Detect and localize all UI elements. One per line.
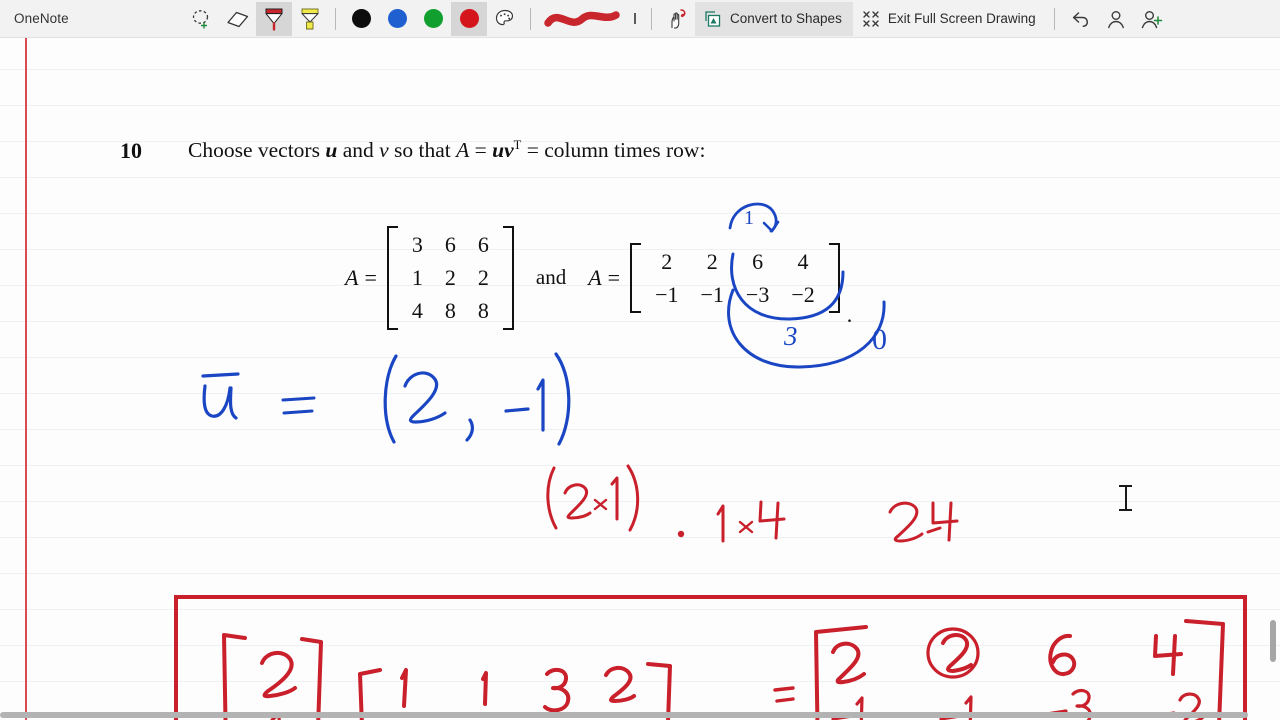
palette-icon bbox=[495, 9, 514, 25]
horizontal-scrollbar-thumb[interactable] bbox=[0, 712, 1248, 718]
convert-to-shapes-icon bbox=[705, 10, 721, 27]
share-button[interactable] bbox=[1134, 2, 1170, 36]
matrix1-cell: 3 bbox=[411, 232, 423, 257]
eraser-tool[interactable] bbox=[220, 2, 256, 36]
statement-mid1: and bbox=[337, 138, 380, 163]
color-red-button[interactable] bbox=[451, 1, 487, 36]
matrix-equation-row: A = 3 6 6 1 2 2 4 8 8 and A = 2 2 6 4 −1… bbox=[345, 226, 852, 330]
color-black-swatch bbox=[351, 9, 371, 28]
horizontal-scrollbar[interactable] bbox=[0, 710, 1280, 720]
page-margin-line bbox=[25, 38, 27, 720]
color-blue-button[interactable] bbox=[379, 2, 415, 36]
matrix1-cell: 6 bbox=[444, 232, 456, 257]
notebook-page-canvas[interactable]: 10 Choose vectors u and v so that A = uv… bbox=[0, 38, 1280, 720]
color-green-swatch bbox=[423, 9, 443, 28]
matrix1-cell: 1 bbox=[411, 265, 423, 291]
and-conjunction: and bbox=[535, 265, 567, 290]
drawing-toolbar: OneNote Convert to Shapes Exit Full Scre… bbox=[0, 0, 1280, 38]
statement-vector-u: u bbox=[325, 138, 338, 163]
undo-button[interactable] bbox=[1062, 2, 1098, 36]
matrix-3x3: 3 6 6 1 2 2 4 8 8 bbox=[386, 226, 514, 330]
exit-full-screen-drawing-label: Exit Full Screen Drawing bbox=[887, 11, 1036, 26]
convert-to-shapes-button[interactable]: Convert to Shapes bbox=[695, 1, 853, 36]
matrix1-cell: 4 bbox=[411, 298, 423, 324]
toolbar-separator-2 bbox=[530, 7, 531, 30]
matrix2-cell: 4 bbox=[797, 248, 809, 274]
matrix2-cell: −1 bbox=[655, 281, 679, 307]
toolbar-separator-3 bbox=[651, 7, 652, 30]
eraser-icon bbox=[227, 11, 249, 27]
statement-mid2: so that bbox=[388, 138, 457, 163]
matrix1-equals: = bbox=[364, 264, 377, 290]
matrix2-cell: −1 bbox=[700, 281, 724, 307]
exit-full-screen-drawing-button[interactable]: Exit Full Screen Drawing bbox=[853, 2, 1047, 36]
matrix2-cell: −3 bbox=[745, 281, 770, 307]
ink-to-shape-button[interactable] bbox=[659, 2, 695, 36]
color-red-swatch bbox=[459, 9, 479, 28]
matrix1-cell: 8 bbox=[477, 298, 489, 324]
account-button[interactable] bbox=[1098, 2, 1134, 36]
pen-tool[interactable] bbox=[256, 1, 292, 36]
thickness-indicator[interactable] bbox=[626, 2, 644, 36]
matrix1-cell: 2 bbox=[444, 265, 456, 291]
more-colors-button[interactable] bbox=[487, 2, 523, 36]
matrix1-cell: 6 bbox=[477, 232, 489, 257]
matrix1-cell: 2 bbox=[477, 265, 489, 291]
app-title: OneNote bbox=[14, 11, 69, 26]
color-black-button[interactable] bbox=[343, 2, 379, 36]
matrix2-label: A bbox=[588, 264, 602, 290]
hand-pointer-icon bbox=[671, 8, 686, 29]
stroke-preview[interactable] bbox=[538, 2, 626, 36]
toolbar-separator bbox=[335, 7, 336, 30]
color-green-button[interactable] bbox=[415, 2, 451, 36]
tool-group: Convert to Shapes Exit Full Screen Drawi… bbox=[184, 0, 1170, 38]
statement-matrix-A: A bbox=[456, 138, 470, 163]
statement-lead: Choose vectors bbox=[188, 138, 326, 163]
matrix1-cell: 8 bbox=[444, 298, 456, 324]
matrix2-cell: −2 bbox=[791, 281, 815, 307]
toolbar-separator-4 bbox=[1053, 7, 1055, 30]
matrix1-label: A bbox=[345, 264, 359, 290]
matrix2-cell: 6 bbox=[752, 248, 764, 274]
matrix-2x4: 2 2 6 4 −1 −1 −3 −2 bbox=[630, 242, 840, 314]
person-icon bbox=[1107, 10, 1124, 28]
undo-icon bbox=[1072, 11, 1088, 27]
problem-statement: Choose vectors u and v so that A = uvT =… bbox=[188, 138, 705, 163]
lasso-select-tool[interactable] bbox=[184, 2, 220, 36]
exit-full-screen-icon bbox=[863, 10, 879, 27]
color-blue-swatch bbox=[387, 9, 407, 28]
problem-number: 10 bbox=[120, 138, 142, 163]
trailing-period: . bbox=[846, 301, 853, 327]
statement-vector-v: v bbox=[379, 138, 389, 163]
pen-icon bbox=[265, 8, 283, 31]
lasso-select-icon bbox=[192, 9, 209, 28]
matrix2-cell: 2 bbox=[706, 248, 718, 274]
vertical-scrollbar[interactable] bbox=[1266, 38, 1280, 720]
convert-to-shapes-label: Convert to Shapes bbox=[730, 11, 842, 26]
matrix2-equals: = bbox=[607, 264, 621, 290]
statement-uv: uv bbox=[492, 138, 514, 163]
statement-eq2: = column times row: bbox=[521, 138, 706, 163]
statement-eq1: = bbox=[469, 138, 493, 163]
highlighter-tool[interactable] bbox=[292, 2, 328, 36]
vertical-scrollbar-thumb[interactable] bbox=[1270, 620, 1276, 662]
person-add-icon bbox=[1141, 10, 1162, 28]
highlighter-icon bbox=[301, 8, 319, 29]
matrix2-cell: 2 bbox=[661, 248, 673, 274]
stroke-preview-icon bbox=[544, 10, 620, 27]
